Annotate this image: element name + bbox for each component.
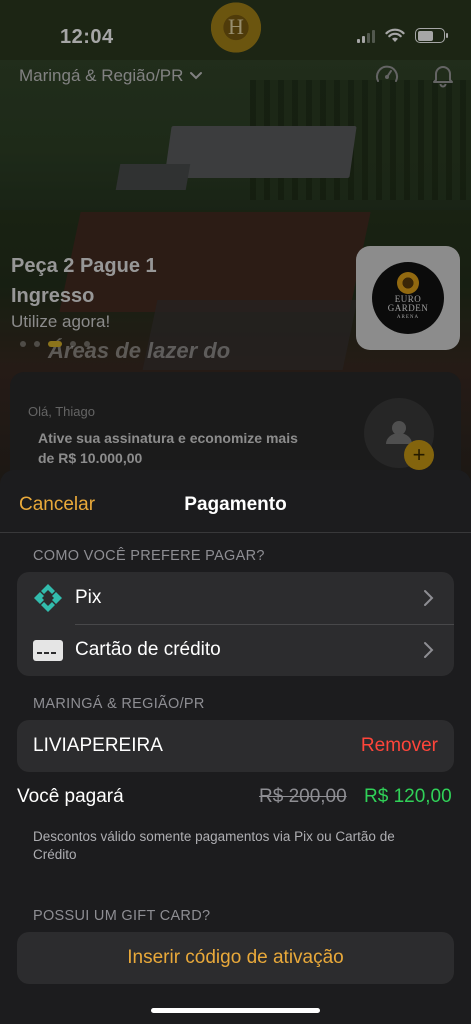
chevron-right-icon: [424, 590, 434, 606]
credit-card-icon: [33, 640, 63, 661]
credit-card-label: Cartão de crédito: [75, 639, 221, 660]
payment-option-pix[interactable]: Pix: [17, 572, 454, 624]
coupon-group: LIVIAPEREIRA Remover: [17, 720, 454, 772]
gift-section-label: POSSUI UM GIFT CARD?: [33, 908, 211, 924]
discount-note: Descontos válido somente pagamentos via …: [33, 829, 395, 862]
new-price: R$ 120,00: [364, 786, 452, 807]
pix-icon: [34, 584, 62, 612]
old-price: R$ 200,00: [259, 786, 347, 807]
total-label: Você pagará: [17, 786, 124, 807]
pix-label: Pix: [75, 587, 102, 608]
payment-option-credit-card[interactable]: Cartão de crédito: [17, 624, 454, 676]
chevron-right-icon: [424, 642, 434, 658]
insert-gift-code-button[interactable]: Inserir código de ativação: [17, 932, 454, 984]
coupon-section-label: MARINGÁ & REGIÃO/PR: [33, 696, 205, 712]
home-indicator[interactable]: [151, 1008, 320, 1013]
remove-coupon-button[interactable]: Remover: [361, 735, 438, 757]
coupon-code: LIVIAPEREIRA: [33, 735, 163, 756]
header-divider: [0, 532, 471, 533]
payment-section-label: COMO VOCÊ PREFERE PAGAR?: [33, 548, 265, 564]
cancel-button[interactable]: Cancelar: [19, 494, 95, 516]
payment-methods-group: Pix Cartão de crédito: [17, 572, 454, 676]
